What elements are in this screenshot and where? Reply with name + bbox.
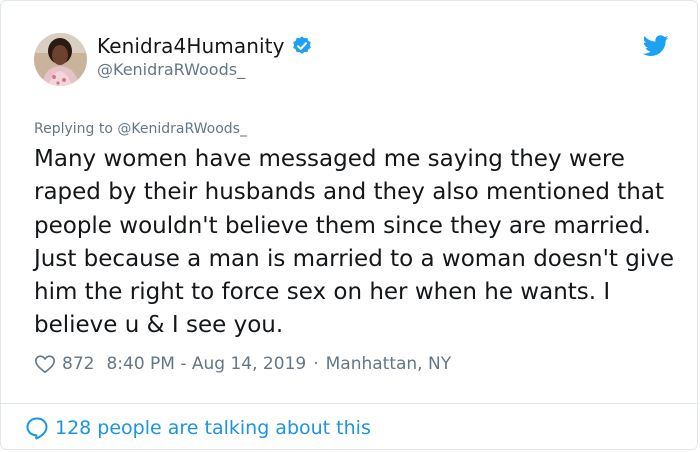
tweet-location[interactable]: Manhattan, NY (326, 354, 451, 374)
heart-icon[interactable] (34, 353, 56, 375)
replying-to-line: Replying to @KenidraRWoods_ (34, 121, 247, 137)
tweet-text: Many women have messaged me saying they … (34, 146, 674, 339)
meta-separator: · (313, 354, 319, 374)
conversation-link[interactable]: 128 people are talking about this (25, 415, 371, 441)
avatar[interactable] (34, 33, 87, 86)
author-handle[interactable]: @KenidraRWoods_ (97, 60, 245, 79)
tweet-card: Kenidra4Humanity @KenidraRWoods_ Replyin… (0, 0, 699, 450)
like-count[interactable]: 872 (62, 354, 94, 374)
tweet-timestamp[interactable]: 8:40 PM - Aug 14, 2019 (106, 354, 306, 374)
verified-badge-icon (291, 35, 313, 57)
tweet-meta: 872 8:40 PM - Aug 14, 2019 · Manhattan, … (34, 351, 451, 377)
reply-mention-link[interactable]: @KenidraRWoods_ (117, 121, 247, 137)
twitter-bird-icon[interactable] (642, 35, 669, 57)
author-display-name[interactable]: Kenidra4Humanity (97, 34, 285, 58)
speech-bubble-icon (25, 416, 49, 440)
footer-divider (1, 403, 699, 404)
conversation-count-text[interactable]: 128 people are talking about this (55, 417, 371, 439)
author-name-row[interactable]: Kenidra4Humanity (97, 33, 313, 59)
replying-prefix: Replying to (34, 121, 113, 137)
